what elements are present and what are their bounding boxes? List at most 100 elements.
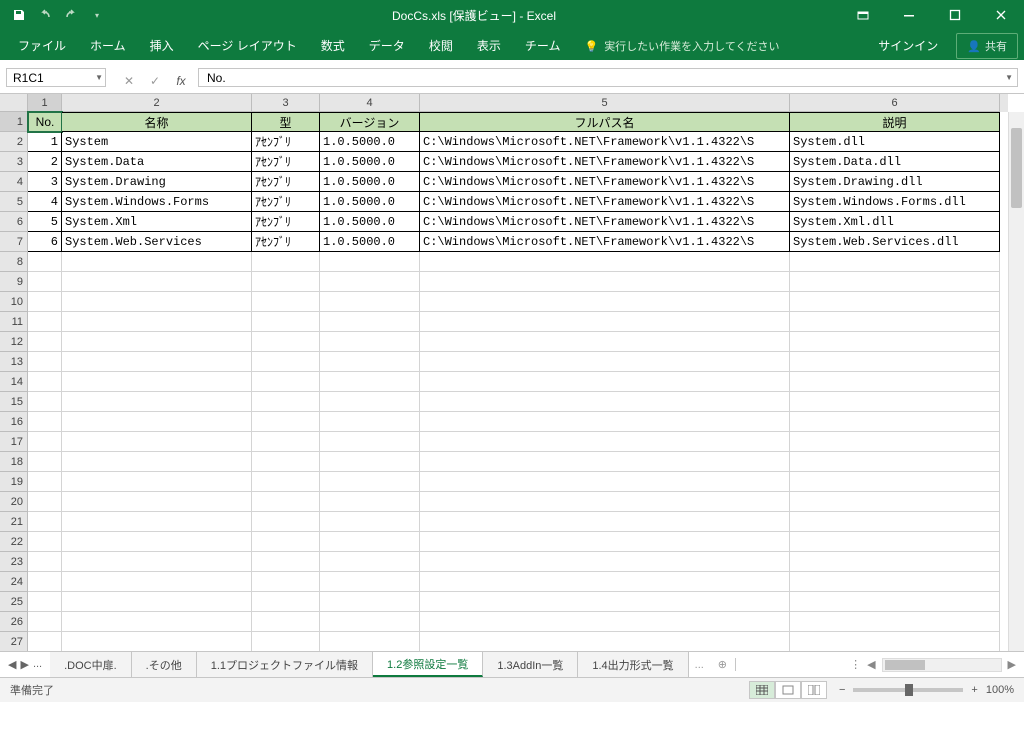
empty-cell[interactable] (320, 272, 420, 292)
empty-cell[interactable] (420, 492, 790, 512)
empty-cell[interactable] (420, 372, 790, 392)
empty-cell[interactable] (28, 392, 62, 412)
empty-cell[interactable] (252, 332, 320, 352)
empty-cell[interactable] (62, 472, 252, 492)
empty-cell[interactable] (790, 372, 1000, 392)
empty-cell[interactable] (252, 492, 320, 512)
ribbon-tab-校閲[interactable]: 校閲 (417, 31, 465, 60)
sheet-more[interactable]: ... (689, 659, 710, 671)
data-cell[interactable]: System.Web.Services (62, 232, 252, 252)
empty-cell[interactable] (420, 632, 790, 652)
empty-cell[interactable] (420, 472, 790, 492)
sheet-tab[interactable]: .その他 (132, 652, 197, 677)
scrollbar-thumb[interactable] (885, 660, 925, 670)
data-cell[interactable]: System.Drawing.dll (790, 172, 1000, 192)
data-cell[interactable]: C:\Windows\Microsoft.NET\Framework\v1.1.… (420, 172, 790, 192)
ribbon-tab-ページ レイアウト[interactable]: ページ レイアウト (186, 31, 309, 60)
col-header[interactable]: 2 (62, 94, 252, 112)
page-break-view-icon[interactable] (801, 681, 827, 699)
empty-cell[interactable] (320, 472, 420, 492)
empty-cell[interactable] (62, 492, 252, 512)
empty-cell[interactable] (62, 352, 252, 372)
data-cell[interactable]: ｱｾﾝﾌﾞﾘ (252, 212, 320, 232)
empty-cell[interactable] (320, 432, 420, 452)
ribbon-options-icon[interactable] (840, 0, 886, 30)
zoom-level[interactable]: 100% (986, 684, 1014, 696)
empty-cell[interactable] (420, 352, 790, 372)
row-header[interactable]: 7 (0, 232, 28, 252)
data-cell[interactable]: 4 (28, 192, 62, 212)
data-cell[interactable]: C:\Windows\Microsoft.NET\Framework\v1.1.… (420, 192, 790, 212)
empty-cell[interactable] (790, 492, 1000, 512)
data-cell[interactable]: System.Xml.dll (790, 212, 1000, 232)
hscroll-left-icon[interactable]: ◀ (867, 658, 875, 671)
row-header[interactable]: 4 (0, 172, 28, 192)
ribbon-tab-表示[interactable]: 表示 (465, 31, 513, 60)
sheet-nav-prev-icon[interactable]: ◀ (8, 658, 16, 671)
empty-cell[interactable] (420, 452, 790, 472)
row-header[interactable]: 20 (0, 492, 28, 512)
row-header[interactable]: 19 (0, 472, 28, 492)
row-header[interactable]: 13 (0, 352, 28, 372)
data-cell[interactable]: 1.0.5000.0 (320, 172, 420, 192)
scrollbar-thumb[interactable] (1011, 128, 1022, 208)
empty-cell[interactable] (62, 392, 252, 412)
empty-cell[interactable] (252, 272, 320, 292)
row-header[interactable]: 26 (0, 612, 28, 632)
row-header[interactable]: 16 (0, 412, 28, 432)
empty-cell[interactable] (252, 392, 320, 412)
row-header[interactable]: 14 (0, 372, 28, 392)
col-header[interactable]: 4 (320, 94, 420, 112)
data-cell[interactable]: ｱｾﾝﾌﾞﾘ (252, 152, 320, 172)
empty-cell[interactable] (790, 292, 1000, 312)
empty-cell[interactable] (62, 552, 252, 572)
select-all-corner[interactable] (0, 94, 28, 112)
data-cell[interactable]: 3 (28, 172, 62, 192)
empty-cell[interactable] (790, 532, 1000, 552)
header-cell[interactable]: 説明 (790, 112, 1000, 132)
sheet-tab[interactable]: 1.1プロジェクトファイル情報 (197, 652, 373, 677)
empty-cell[interactable] (62, 372, 252, 392)
share-button[interactable]: 👤共有 (956, 33, 1018, 59)
empty-cell[interactable] (790, 412, 1000, 432)
empty-cell[interactable] (28, 612, 62, 632)
row-header[interactable]: 2 (0, 132, 28, 152)
empty-cell[interactable] (252, 432, 320, 452)
empty-cell[interactable] (28, 552, 62, 572)
spreadsheet-grid[interactable]: 123456 123456789101112131415161718192021… (0, 94, 1024, 652)
empty-cell[interactable] (62, 532, 252, 552)
empty-cell[interactable] (62, 572, 252, 592)
empty-cell[interactable] (252, 252, 320, 272)
empty-cell[interactable] (320, 592, 420, 612)
tell-me[interactable]: 💡 実行したい作業を入力してください (574, 32, 866, 60)
data-cell[interactable]: C:\Windows\Microsoft.NET\Framework\v1.1.… (420, 212, 790, 232)
empty-cell[interactable] (790, 572, 1000, 592)
row-header[interactable]: 18 (0, 452, 28, 472)
row-header[interactable]: 25 (0, 592, 28, 612)
data-cell[interactable]: 1.0.5000.0 (320, 232, 420, 252)
empty-cell[interactable] (320, 372, 420, 392)
data-cell[interactable]: 1.0.5000.0 (320, 132, 420, 152)
signin-link[interactable]: サインイン (868, 31, 948, 60)
empty-cell[interactable] (320, 332, 420, 352)
zoom-slider-handle[interactable] (905, 684, 913, 696)
empty-cell[interactable] (320, 352, 420, 372)
data-cell[interactable]: ｱｾﾝﾌﾞﾘ (252, 232, 320, 252)
empty-cell[interactable] (28, 472, 62, 492)
empty-cell[interactable] (252, 532, 320, 552)
empty-cell[interactable] (62, 292, 252, 312)
empty-cell[interactable] (28, 412, 62, 432)
row-header[interactable]: 22 (0, 532, 28, 552)
chevron-down-icon[interactable]: ▼ (95, 73, 103, 82)
maximize-icon[interactable] (932, 0, 978, 30)
empty-cell[interactable] (28, 432, 62, 452)
empty-cell[interactable] (420, 572, 790, 592)
horizontal-scrollbar[interactable] (882, 658, 1002, 672)
cells-area[interactable]: No.名称型バージョンフルパス名説明1Systemｱｾﾝﾌﾞﾘ1.0.5000.… (28, 112, 1008, 651)
empty-cell[interactable] (252, 572, 320, 592)
data-cell[interactable]: 1.0.5000.0 (320, 192, 420, 212)
empty-cell[interactable] (320, 572, 420, 592)
empty-cell[interactable] (28, 352, 62, 372)
sheet-ellipsis[interactable]: ... (33, 658, 42, 671)
empty-cell[interactable] (790, 512, 1000, 532)
